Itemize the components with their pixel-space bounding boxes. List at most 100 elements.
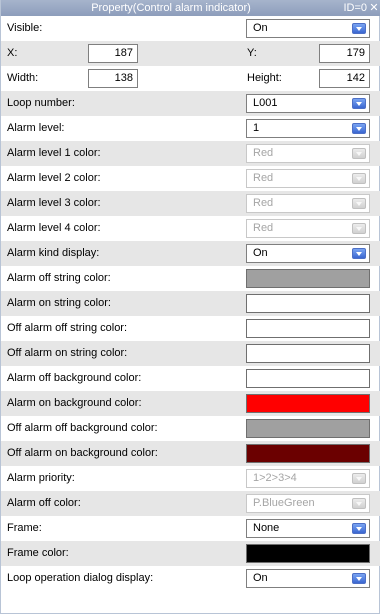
property-row: Alarm level 1 color: Red	[1, 141, 380, 166]
property-row: Alarm level 2 color: Red	[1, 166, 380, 191]
color-swatch[interactable]	[246, 294, 370, 313]
property-label: Loop number:	[7, 97, 75, 109]
property-panel: Property(Control alarm indicator) ID=0 ✕…	[0, 0, 380, 614]
x-input[interactable]: 187	[88, 44, 138, 63]
property-label: Off alarm off background color:	[7, 422, 158, 434]
property-row: Off alarm on string color:	[1, 341, 380, 366]
dropdown-value: 1>2>3>4	[253, 472, 297, 484]
dropdown-value: 1	[253, 122, 260, 134]
y-input[interactable]: 179	[319, 44, 370, 63]
property-label: Alarm kind display:	[7, 247, 100, 259]
property-label: Alarm level 2 color:	[7, 172, 101, 184]
dropdown[interactable]: 1	[246, 119, 370, 138]
property-row: Alarm off background color:	[1, 366, 380, 391]
property-row: Alarm level 3 color: Red	[1, 191, 380, 216]
width-label: Width:	[7, 72, 39, 84]
property-row: Frame color:	[1, 541, 380, 566]
dropdown-value: P.BlueGreen	[253, 497, 315, 509]
property-label: Off alarm off string color:	[7, 322, 128, 334]
property-label: Alarm off string color:	[7, 272, 111, 284]
row-visible: Visible: On	[1, 16, 380, 41]
color-swatch[interactable]	[246, 319, 370, 338]
disabled-dropdown: Red	[246, 169, 370, 188]
property-label: Alarm priority:	[7, 472, 75, 484]
dropdown-value: L001	[253, 97, 278, 109]
chevron-down-icon	[352, 198, 366, 209]
chevron-down-icon	[352, 473, 366, 484]
visible-dropdown[interactable]: On	[246, 19, 370, 38]
dropdown[interactable]: None	[246, 519, 370, 538]
dropdown-value: Red	[253, 147, 274, 159]
color-swatch[interactable]	[246, 369, 370, 388]
property-row: Alarm level 4 color: Red	[1, 216, 380, 241]
chevron-down-icon[interactable]	[352, 248, 366, 259]
property-row: Frame: None	[1, 516, 380, 541]
disabled-dropdown: Red	[246, 219, 370, 238]
property-row: Off alarm off string color:	[1, 316, 380, 341]
dropdown[interactable]: On	[246, 569, 370, 588]
property-row: Alarm level: 1	[1, 116, 380, 141]
disabled-dropdown: Red	[246, 144, 370, 163]
chevron-down-icon[interactable]	[352, 523, 366, 534]
disabled-dropdown: P.BlueGreen	[246, 494, 370, 513]
chevron-down-icon[interactable]	[352, 123, 366, 134]
property-label: Alarm on background color:	[7, 397, 142, 409]
x-label: X:	[7, 47, 18, 59]
property-row: Alarm off color: P.BlueGreen	[1, 491, 380, 516]
property-label: Alarm level 3 color:	[7, 197, 101, 209]
height-input[interactable]: 142	[319, 69, 370, 88]
property-label: Loop operation dialog display:	[7, 572, 154, 584]
dropdown[interactable]: L001	[246, 94, 370, 113]
property-row: Alarm off string color:	[1, 266, 380, 291]
height-label: Height:	[247, 72, 282, 84]
disabled-dropdown: Red	[246, 194, 370, 213]
color-swatch[interactable]	[246, 344, 370, 363]
object-id: ID=0	[343, 2, 367, 14]
chevron-down-icon[interactable]	[352, 573, 366, 584]
color-swatch[interactable]	[246, 394, 370, 413]
dropdown-value: Red	[253, 222, 274, 234]
row-size: Width: 138 Height: 142	[1, 66, 380, 91]
property-label: Alarm level:	[7, 122, 65, 134]
y-label: Y:	[247, 47, 257, 59]
property-label: Alarm on string color:	[7, 297, 111, 309]
property-row: Alarm priority: 1>2>3>4	[1, 466, 380, 491]
width-input[interactable]: 138	[88, 69, 138, 88]
dropdown-value: Red	[253, 172, 274, 184]
chevron-down-icon[interactable]	[352, 23, 366, 34]
disabled-dropdown: 1>2>3>4	[246, 469, 370, 488]
chevron-down-icon	[352, 223, 366, 234]
dropdown[interactable]: On	[246, 244, 370, 263]
property-label: Alarm off background color:	[7, 372, 142, 384]
dropdown-value: On	[253, 247, 268, 259]
title-bar: Property(Control alarm indicator) ID=0 ✕	[1, 0, 380, 16]
property-row: Loop operation dialog display: On	[1, 566, 380, 591]
row-position: X: 187 Y: 179	[1, 41, 380, 66]
property-label: Off alarm on string color:	[7, 347, 128, 359]
property-label: Alarm level 1 color:	[7, 147, 101, 159]
dropdown-value: Red	[253, 197, 274, 209]
property-label: Alarm level 4 color:	[7, 222, 101, 234]
chevron-down-icon	[352, 173, 366, 184]
property-label: Alarm off color:	[7, 497, 81, 509]
color-swatch[interactable]	[246, 419, 370, 438]
property-row: Alarm on background color:	[1, 391, 380, 416]
property-row: Alarm on string color:	[1, 291, 380, 316]
color-swatch[interactable]	[246, 544, 370, 563]
color-swatch[interactable]	[246, 444, 370, 463]
visible-label: Visible:	[7, 22, 43, 34]
visible-value: On	[253, 22, 268, 34]
panel-title: Property(Control alarm indicator)	[91, 2, 251, 14]
dropdown-value: On	[253, 572, 268, 584]
property-row: Off alarm on background color:	[1, 441, 380, 466]
property-row: Alarm kind display: On	[1, 241, 380, 266]
property-label: Off alarm on background color:	[7, 447, 158, 459]
chevron-down-icon	[352, 498, 366, 509]
color-swatch[interactable]	[246, 269, 370, 288]
property-row: Off alarm off background color:	[1, 416, 380, 441]
close-icon[interactable]: ✕	[368, 0, 380, 16]
property-label: Frame color:	[7, 547, 69, 559]
dropdown-value: None	[253, 522, 280, 534]
chevron-down-icon[interactable]	[352, 98, 366, 109]
property-row: Loop number: L001	[1, 91, 380, 116]
